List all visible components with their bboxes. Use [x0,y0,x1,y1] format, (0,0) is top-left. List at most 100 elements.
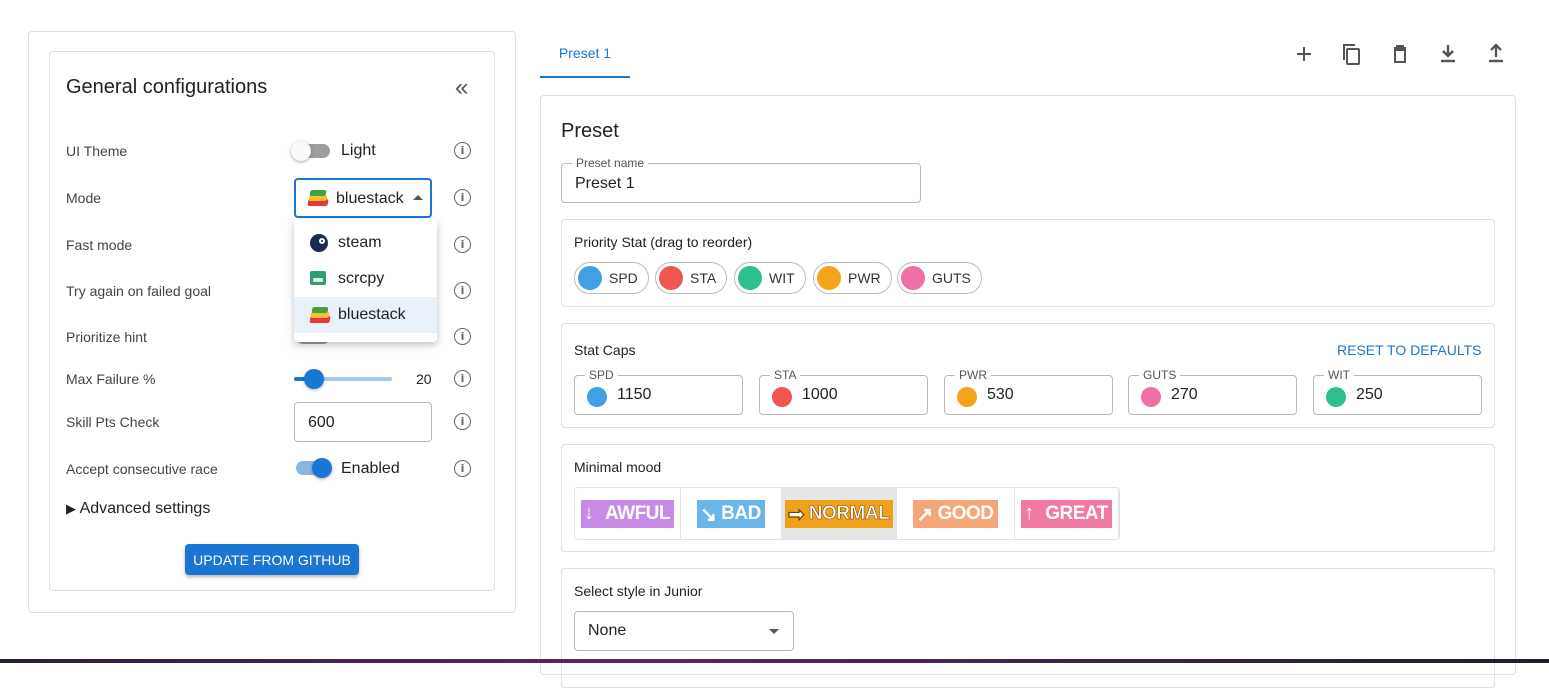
guts-stat-icon [1141,387,1161,407]
update-from-github-button[interactable]: UPDATE FROM GITHUB [185,544,359,575]
option-label: bluestack [338,306,406,323]
mood-label: NORMAL [808,502,890,524]
mode-value: bluestack [336,190,404,207]
accept-race-value: Enabled [341,460,400,477]
stat-caps-label: Stat Caps [574,342,636,358]
info-icon[interactable]: i [454,142,471,159]
info-icon[interactable]: i [454,282,471,299]
fast-mode-label: Fast mode [66,237,133,253]
option-label: scrcpy [338,270,385,287]
mode-option-scrcpy[interactable]: scrcpy [294,261,437,297]
stat-cap-value: 1000 [802,386,838,403]
mood-option-good[interactable]: ↗ GOOD [897,488,1015,539]
reset-defaults-button[interactable]: RESET TO DEFAULTS [1337,342,1481,358]
triangle-right-icon: ▶ [66,501,76,516]
mode-option-bluestack[interactable]: bluestack [294,297,437,333]
stat-cap-label: WIT [1324,368,1354,382]
stat-cap-label: PWR [955,368,991,382]
mood-arrow-icon: ➡ [787,503,805,526]
general-config-title: General configurations [66,76,268,98]
mood-bad-image: ↘ BAD [697,499,765,528]
accept-race-label: Accept consecutive race [66,461,218,477]
prioritize-hint-label: Prioritize hint [66,329,147,345]
mode-label: Mode [66,190,102,206]
collapse-icon[interactable]: « [455,74,468,102]
mood-good-image: ↗ GOOD [913,499,998,528]
switch-thumb [312,458,332,478]
priority-stat-label: Priority Stat (drag to reorder) [574,234,753,250]
info-icon[interactable]: i [454,413,471,430]
taskbar-strip [0,659,1549,663]
info-icon[interactable]: i [454,370,471,387]
stat-cap-value: 250 [1356,386,1383,403]
stat-cap-value: 1150 [617,386,652,403]
chip-label: SPD [609,270,638,286]
preset-name-value: Preset 1 [575,175,635,192]
priority-chip-guts[interactable]: GUTS [897,262,982,294]
preset-name-field[interactable]: Preset name Preset 1 [561,156,921,203]
skill-pts-input[interactable]: 600 [294,402,432,442]
mood-option-awful[interactable]: ↓ AWFUL [575,488,681,539]
add-icon[interactable] [1291,40,1317,68]
mood-option-normal[interactable]: ➡ NORMAL [782,488,897,539]
stat-cap-label: STA [770,368,801,382]
spd-stat-icon [587,387,607,407]
max-failure-value: 20 [416,371,432,387]
slider-thumb[interactable] [303,369,324,389]
mood-arrow-icon: ↘ [700,503,717,526]
chip-label: PWR [848,270,881,286]
bluestack-icon [307,189,329,207]
mood-arrow-icon: ↓ [583,501,594,524]
chip-label: GUTS [932,270,971,286]
junior-style-label: Select style in Junior [574,583,703,599]
info-icon[interactable]: i [454,328,471,345]
mood-option-great[interactable]: ↑ GREAT [1015,488,1119,539]
steam-icon [310,234,328,252]
mode-select[interactable]: bluestack [294,178,432,218]
minimal-mood-label: Minimal mood [574,459,662,475]
download-icon[interactable] [1435,40,1461,68]
advanced-settings-toggle[interactable]: ▶ Advanced settings [66,500,210,518]
stat-cap-guts-field[interactable]: GUTS 270 [1128,368,1297,415]
info-icon[interactable]: i [454,460,471,477]
priority-chip-spd[interactable]: SPD [574,262,649,294]
junior-style-select[interactable]: None [574,611,794,651]
copy-icon[interactable] [1339,40,1365,68]
tab-label: Preset 1 [558,45,612,61]
bluestack-icon [309,306,331,324]
advanced-settings-label: Advanced settings [79,500,211,517]
max-failure-slider[interactable] [294,368,392,390]
ui-theme-label: UI Theme [66,143,128,159]
stat-cap-sta-field[interactable]: STA 1000 [759,368,928,415]
pwr-stat-icon [957,387,977,407]
info-icon[interactable]: i [454,189,471,206]
mood-great-image: ↑ GREAT [1021,499,1112,528]
caret-up-icon [413,195,423,200]
pwr-stat-icon [817,266,841,290]
priority-chip-sta[interactable]: STA [655,262,728,294]
info-icon[interactable]: i [454,236,471,253]
skill-pts-value: 600 [308,414,335,431]
chip-label: WIT [769,270,795,286]
tab-preset-1[interactable]: Preset 1 [540,40,630,78]
android-icon [310,271,326,285]
mood-awful-image: ↓ AWFUL [580,499,675,528]
priority-chip-pwr[interactable]: PWR [813,262,892,294]
mode-option-steam[interactable]: steam [294,225,437,261]
guts-stat-icon [901,266,925,290]
upload-icon[interactable] [1483,40,1509,68]
mood-option-bad[interactable]: ↘ BAD [681,488,782,539]
preset-title: Preset [561,120,619,142]
priority-chip-wit[interactable]: WIT [734,262,806,294]
sta-stat-icon [659,266,683,290]
stat-cap-value: 270 [1171,386,1198,403]
mood-label: GOOD [937,502,994,524]
stat-cap-wit-field[interactable]: WIT 250 [1313,368,1482,415]
switch-thumb [291,141,311,161]
stat-cap-value: 530 [987,386,1014,403]
stat-cap-spd-field[interactable]: SPD 1150 [574,368,743,415]
delete-icon[interactable] [1387,40,1413,68]
stat-cap-pwr-field[interactable]: PWR 530 [944,368,1113,415]
wit-stat-icon [738,266,762,290]
wit-stat-icon [1326,387,1346,407]
